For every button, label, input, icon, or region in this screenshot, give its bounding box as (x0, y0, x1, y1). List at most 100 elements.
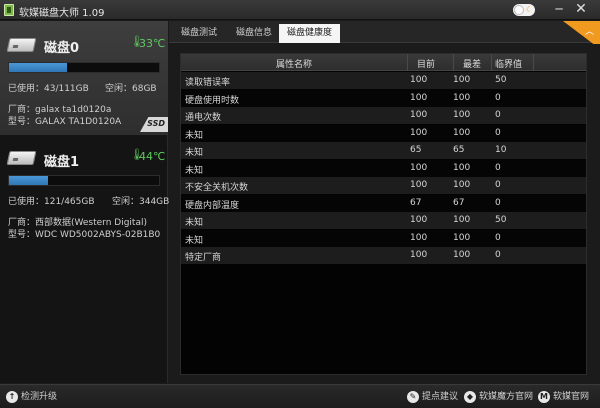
table-header: 属性名称 目前 最差 临界值 (181, 54, 586, 71)
cell-threshold: 0 (495, 197, 501, 208)
ruanmei-magic-label: 软媒魔方官网 (479, 392, 534, 402)
table-row[interactable]: 未知 100 100 50 (181, 212, 586, 229)
cell-worst: 100 (453, 75, 471, 85)
magic-cube-icon: ◆ (464, 390, 476, 403)
cell-attribute: 通电次数 (185, 113, 222, 123)
pen-icon: ✎ (407, 390, 419, 403)
disk-model: 型号：GALAX TA1D0120A (8, 117, 122, 127)
arrow-up-icon: ↑ (6, 390, 18, 403)
chevron-up-icon: ︿ (584, 27, 594, 37)
main-panel: 属性名称 目前 最差 临界值 读取错误率 100 100 50 硬盘使用时数 100 100… (169, 44, 600, 383)
cell-attribute: 未知 (185, 218, 204, 228)
disk-free-label: 空闲：344GB (112, 197, 170, 207)
cell-attribute: 未知 (185, 165, 204, 176)
cell-worst: 100 (453, 162, 471, 173)
theme-toggle[interactable]: ☾ (513, 4, 535, 16)
tab-disk-health[interactable]: 磁盘健康度 (279, 24, 341, 43)
close-button[interactable]: ✕ (573, 2, 589, 17)
table-row[interactable]: 硬盘使用时数 100 100 0 (181, 89, 586, 107)
table-row[interactable]: 通电次数 100 100 0 (181, 107, 586, 124)
cell-current: 100 (410, 180, 428, 190)
header-worst[interactable]: 最差 (463, 57, 481, 70)
ruanmei-site-label: 软媒官网 (553, 392, 590, 402)
cell-worst: 100 (453, 180, 471, 190)
cell-attribute: 未知 (185, 148, 204, 158)
cell-threshold: 50 (495, 75, 507, 85)
app-logo-icon (4, 4, 14, 16)
feedback-link[interactable]: ✎ 提点建议 (407, 390, 458, 404)
cell-threshold: 0 (495, 110, 501, 120)
cell-current: 100 (410, 127, 428, 138)
table-row[interactable]: 未知 65 65 10 (181, 142, 586, 159)
table-row[interactable]: 读取错误率 100 100 50 (181, 72, 586, 89)
cell-threshold: 10 (495, 145, 507, 155)
cell-worst: 100 (453, 250, 471, 260)
feedback-label: 提点建议 (422, 392, 459, 402)
disk-usage-fill (9, 63, 68, 72)
cell-current: 67 (410, 197, 422, 208)
table-row[interactable]: 未知 100 100 0 (181, 229, 586, 247)
hard-disk-icon (6, 149, 37, 167)
disk-usage-fill (9, 176, 48, 185)
cell-current: 100 (410, 232, 428, 243)
disk-temperature: 33℃ (139, 37, 166, 50)
title-bar: 软媒磁盘大师 1.09 ☾ ─ ✕ (0, 0, 600, 20)
cell-threshold: 0 (495, 180, 501, 190)
disk-card-0[interactable]: 磁盘0 🌡 33℃ 已使用：43/111GB 空闲：68GB 厂商：galax … (0, 21, 168, 135)
status-bar: ↑ 检测升级 ✎ 提点建议 ◆ 软媒魔方官网 M 软媒官网 (0, 384, 600, 408)
cell-current: 100 (410, 110, 428, 120)
tab-bar: 磁盘测试 磁盘信息 磁盘健康度 (169, 21, 600, 43)
window-title: 软媒磁盘大师 1.09 (19, 8, 105, 19)
cell-threshold: 50 (495, 215, 507, 225)
smart-table: 属性名称 目前 最差 临界值 读取错误率 100 100 50 硬盘使用时数 100 100… (180, 53, 587, 375)
cell-threshold: 0 (495, 162, 501, 173)
ruanmei-site-link[interactable]: M 软媒官网 (538, 390, 589, 404)
table-row[interactable]: 未知 100 100 0 (181, 159, 586, 177)
cell-worst: 65 (453, 145, 465, 155)
cell-attribute: 不安全关机次数 (185, 183, 249, 193)
tab-disk-info[interactable]: 磁盘信息 (228, 24, 280, 43)
header-attribute[interactable]: 属性名称 (276, 57, 312, 70)
toggle-knob (515, 6, 523, 14)
disk-name: 磁盘0 (44, 41, 80, 56)
cell-attribute: 硬盘使用时数 (185, 95, 240, 106)
disk-usage-bar (8, 62, 160, 73)
disk-name: 磁盘1 (44, 155, 80, 170)
ssd-badge-label: SSD (147, 119, 165, 128)
cell-current: 100 (410, 92, 428, 103)
hard-disk-icon (6, 36, 37, 54)
cell-current: 65 (410, 145, 422, 155)
ruanmei-logo-icon: M (538, 390, 550, 403)
moon-icon: ☾ (525, 5, 533, 14)
disk-usage-bar (8, 175, 160, 186)
cell-worst: 100 (453, 110, 471, 120)
cell-current: 100 (410, 215, 428, 225)
cell-threshold: 0 (495, 232, 501, 243)
minimize-button[interactable]: ─ (551, 2, 567, 17)
table-row[interactable]: 不安全关机次数 100 100 0 (181, 177, 586, 194)
table-row[interactable]: 未知 100 100 0 (181, 124, 586, 142)
cell-attribute: 读取错误率 (185, 78, 231, 88)
table-row[interactable]: 硬盘内部温度 67 67 0 (181, 194, 586, 212)
cell-threshold: 0 (495, 92, 501, 103)
disk-free-label: 空闲：68GB (105, 84, 157, 94)
disk-sidebar: 磁盘0 🌡 33℃ 已使用：43/111GB 空闲：68GB 厂商：galax … (0, 21, 170, 383)
cell-current: 100 (410, 250, 428, 260)
cell-attribute: 未知 (185, 235, 204, 246)
table-row[interactable]: 特定厂商 100 100 0 (181, 247, 586, 264)
cell-current: 100 (410, 162, 428, 173)
cell-worst: 100 (453, 127, 471, 138)
cell-current: 100 (410, 75, 428, 85)
disk-used-label: 已使用：121/465GB (8, 197, 95, 207)
tab-disk-test[interactable]: 磁盘测试 (173, 24, 225, 43)
check-update-link[interactable]: ↑ 检测升级 (6, 390, 57, 404)
cell-worst: 100 (453, 215, 471, 225)
header-threshold[interactable]: 临界值 (495, 57, 522, 70)
disk-temperature: 44℃ (139, 150, 166, 163)
cell-attribute: 特定厂商 (185, 253, 222, 263)
header-current[interactable]: 目前 (417, 57, 435, 70)
ruanmei-magic-link[interactable]: ◆ 软媒魔方官网 (464, 390, 533, 404)
disk-card-1[interactable]: 磁盘1 🌡 44℃ 已使用：121/465GB 空闲：344GB 厂商：西部数据… (0, 136, 170, 241)
cell-attribute: 硬盘内部温度 (185, 200, 240, 211)
cell-worst: 100 (453, 92, 471, 103)
